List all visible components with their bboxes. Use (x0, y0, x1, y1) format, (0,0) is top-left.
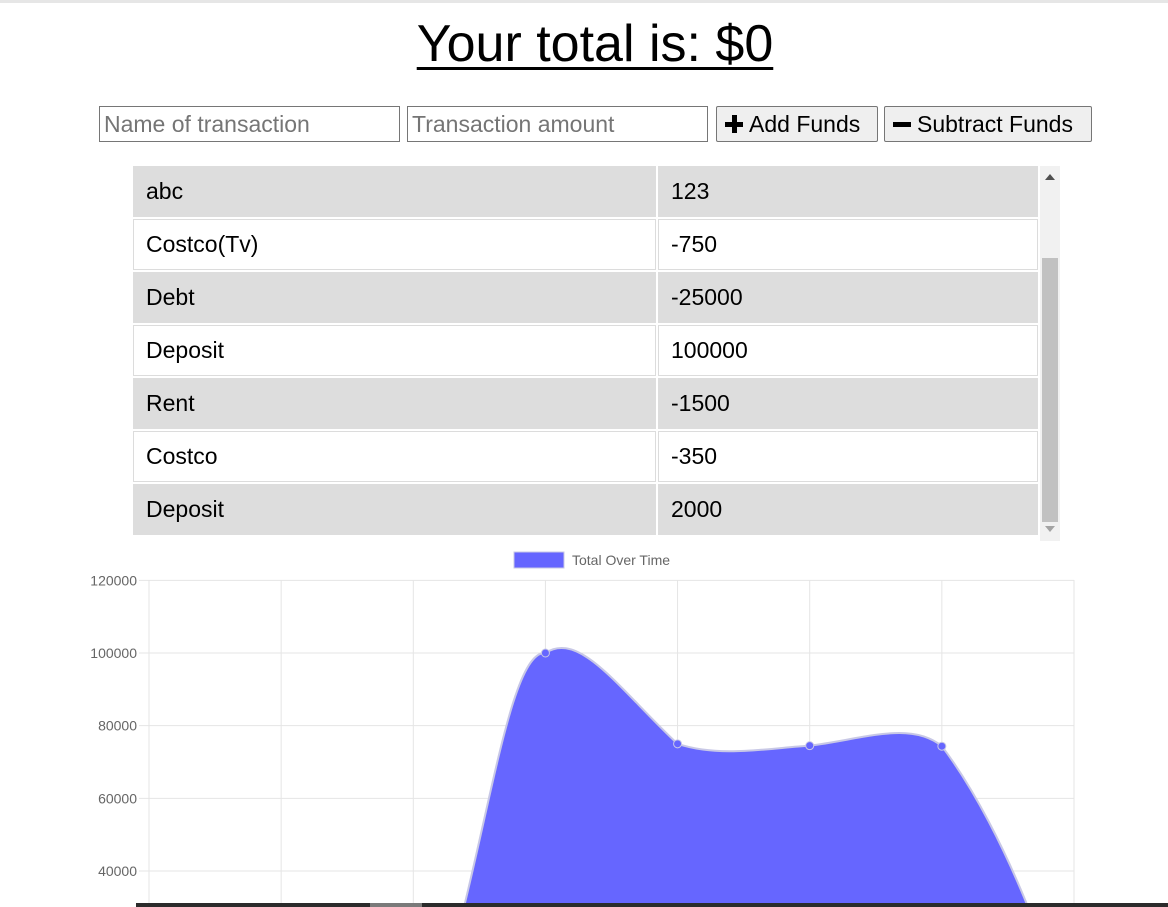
legend-swatch (513, 551, 565, 569)
y-tick-label: 80000 (98, 718, 137, 734)
total-over-time-chart: 120000 100000 80000 60000 40000 Total Over T… (90, 551, 1075, 907)
chart-legend: Total Over Time (513, 551, 670, 569)
data-point[interactable] (805, 741, 815, 751)
legend-label: Total Over Time (572, 552, 670, 568)
y-tick-label: 120000 (90, 572, 137, 588)
y-axis-ticks: 120000 100000 80000 60000 40000 (90, 572, 137, 879)
y-tick-label: 100000 (90, 645, 137, 661)
data-point[interactable] (937, 741, 947, 751)
total-area-fill (462, 646, 1030, 907)
bottom-horizontal-scrollbar[interactable] (136, 903, 1168, 907)
y-tick-label: 60000 (98, 790, 137, 806)
bottom-scroll-thumb[interactable] (370, 903, 422, 907)
y-tick-label: 40000 (98, 863, 137, 879)
data-point[interactable] (540, 648, 550, 658)
chart-area-series (462, 646, 1030, 907)
data-point[interactable] (673, 739, 683, 749)
